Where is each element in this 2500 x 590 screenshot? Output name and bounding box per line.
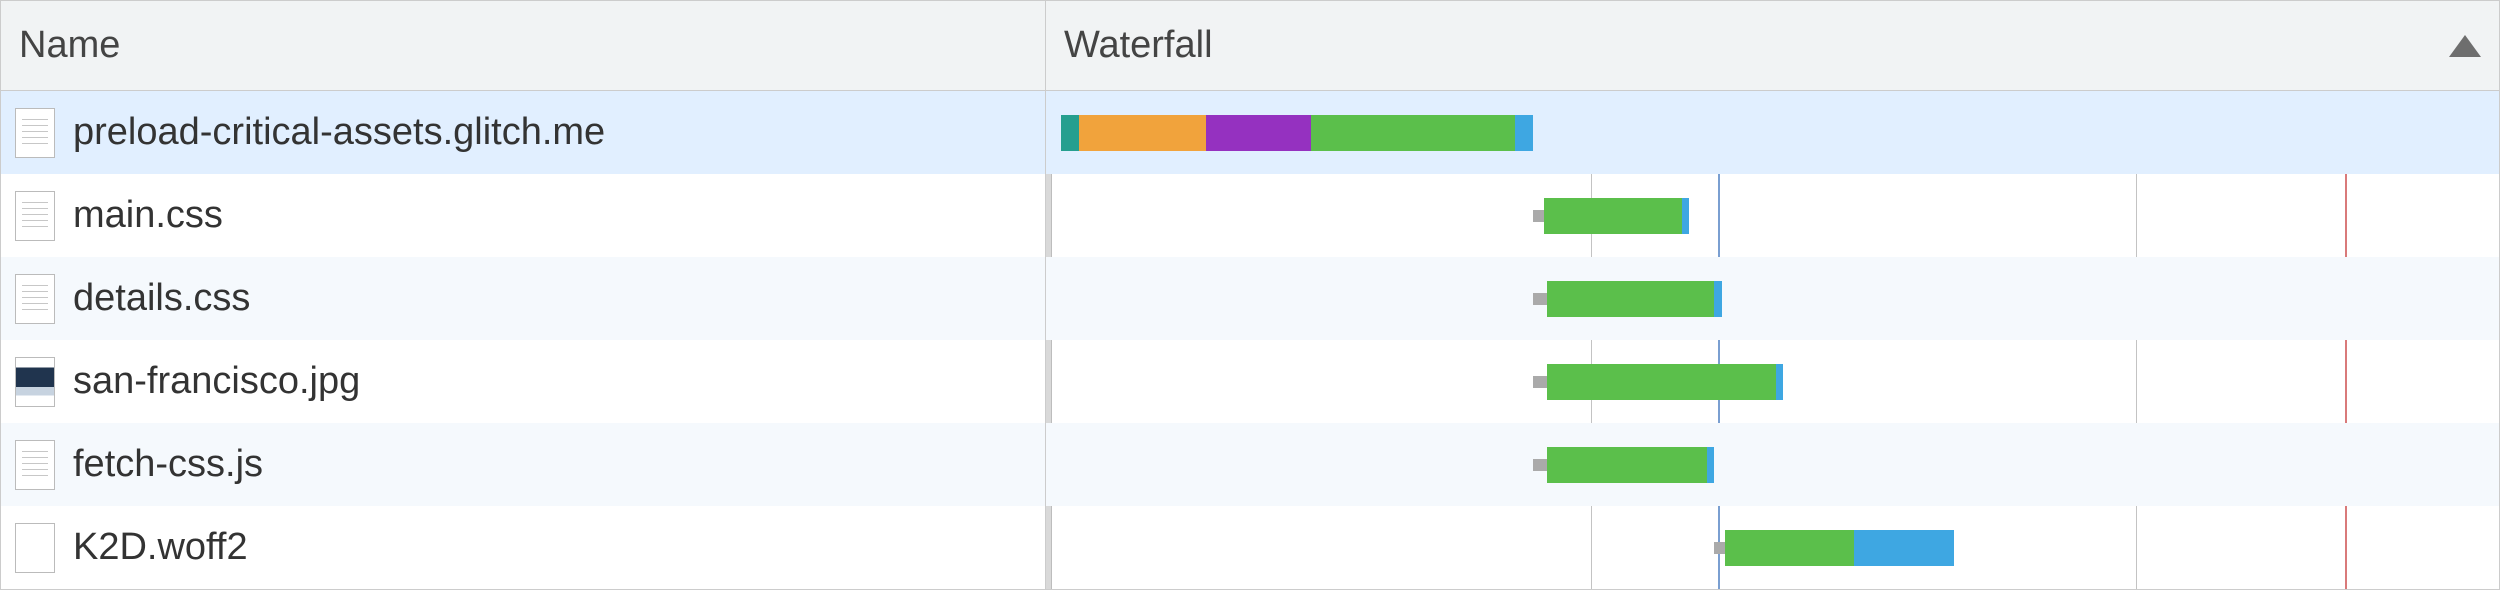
timing-segment-content — [1854, 530, 1954, 566]
timing-segment-content — [1682, 198, 1689, 234]
timing-segment-queued — [1714, 542, 1725, 554]
waterfall-column: Waterfall — [1046, 1, 2499, 589]
timing-segment-ttfb — [1547, 447, 1707, 483]
timing-segment-ssl — [1206, 115, 1311, 151]
timing-segment-ttfb — [1725, 530, 1854, 566]
timing-segment-content — [1714, 281, 1721, 317]
timing-bar — [1046, 198, 2499, 234]
name-column: Name preload-critical-assets.glitch.me ma… — [1, 1, 1046, 589]
waterfall-rows — [1046, 91, 2499, 589]
document-file-icon — [15, 191, 55, 241]
timing-segment-dns — [1061, 115, 1079, 151]
name-column-header-label: Name — [19, 24, 120, 67]
timing-segment-ttfb — [1311, 115, 1514, 151]
timing-segment-content — [1707, 447, 1714, 483]
request-row[interactable]: fetch-css.js — [1, 423, 1045, 506]
name-column-header[interactable]: Name — [1, 1, 1045, 91]
waterfall-row[interactable] — [1046, 340, 2499, 423]
timing-bar — [1046, 530, 2499, 566]
timing-segment-ttfb — [1547, 364, 1776, 400]
waterfall-row[interactable] — [1046, 506, 2499, 589]
document-file-icon — [15, 440, 55, 490]
timing-segment-ttfb — [1547, 281, 1714, 317]
timing-segment-queued — [1533, 293, 1548, 305]
request-name: details.css — [73, 277, 250, 320]
network-panel: Name preload-critical-assets.glitch.me ma… — [0, 0, 2500, 590]
timing-bar — [1046, 364, 2499, 400]
request-name: main.css — [73, 194, 223, 237]
timing-segment-queued — [1533, 376, 1548, 388]
timing-segment-queued — [1533, 210, 1544, 222]
request-row[interactable]: preload-critical-assets.glitch.me — [1, 91, 1045, 174]
waterfall-row[interactable] — [1046, 423, 2499, 506]
sort-ascending-icon — [2449, 35, 2481, 57]
waterfall-column-header[interactable]: Waterfall — [1046, 1, 2499, 91]
waterfall-column-header-label: Waterfall — [1064, 24, 1213, 67]
request-row[interactable]: details.css — [1, 257, 1045, 340]
timing-segment-queued — [1533, 459, 1548, 471]
timing-segment-content — [1515, 115, 1533, 151]
timing-segment-content — [1776, 364, 1783, 400]
font-file-icon — [15, 523, 55, 573]
request-name: fetch-css.js — [73, 443, 263, 486]
request-name: K2D.woff2 — [73, 526, 248, 569]
request-row[interactable]: main.css — [1, 174, 1045, 257]
image-file-icon — [15, 357, 55, 407]
timing-bar — [1046, 115, 2499, 151]
timing-segment-ttfb — [1544, 198, 1682, 234]
request-row[interactable]: K2D.woff2 — [1, 506, 1045, 589]
timing-segment-connect — [1079, 115, 1206, 151]
request-name: preload-critical-assets.glitch.me — [73, 111, 605, 154]
timing-bar — [1046, 447, 2499, 483]
request-row[interactable]: san-francisco.jpg — [1, 340, 1045, 423]
waterfall-row[interactable] — [1046, 91, 2499, 174]
name-rows: preload-critical-assets.glitch.me main.cs… — [1, 91, 1045, 589]
waterfall-row[interactable] — [1046, 174, 2499, 257]
timing-bar — [1046, 281, 2499, 317]
waterfall-row[interactable] — [1046, 257, 2499, 340]
document-file-icon — [15, 108, 55, 158]
document-file-icon — [15, 274, 55, 324]
request-name: san-francisco.jpg — [73, 360, 360, 403]
